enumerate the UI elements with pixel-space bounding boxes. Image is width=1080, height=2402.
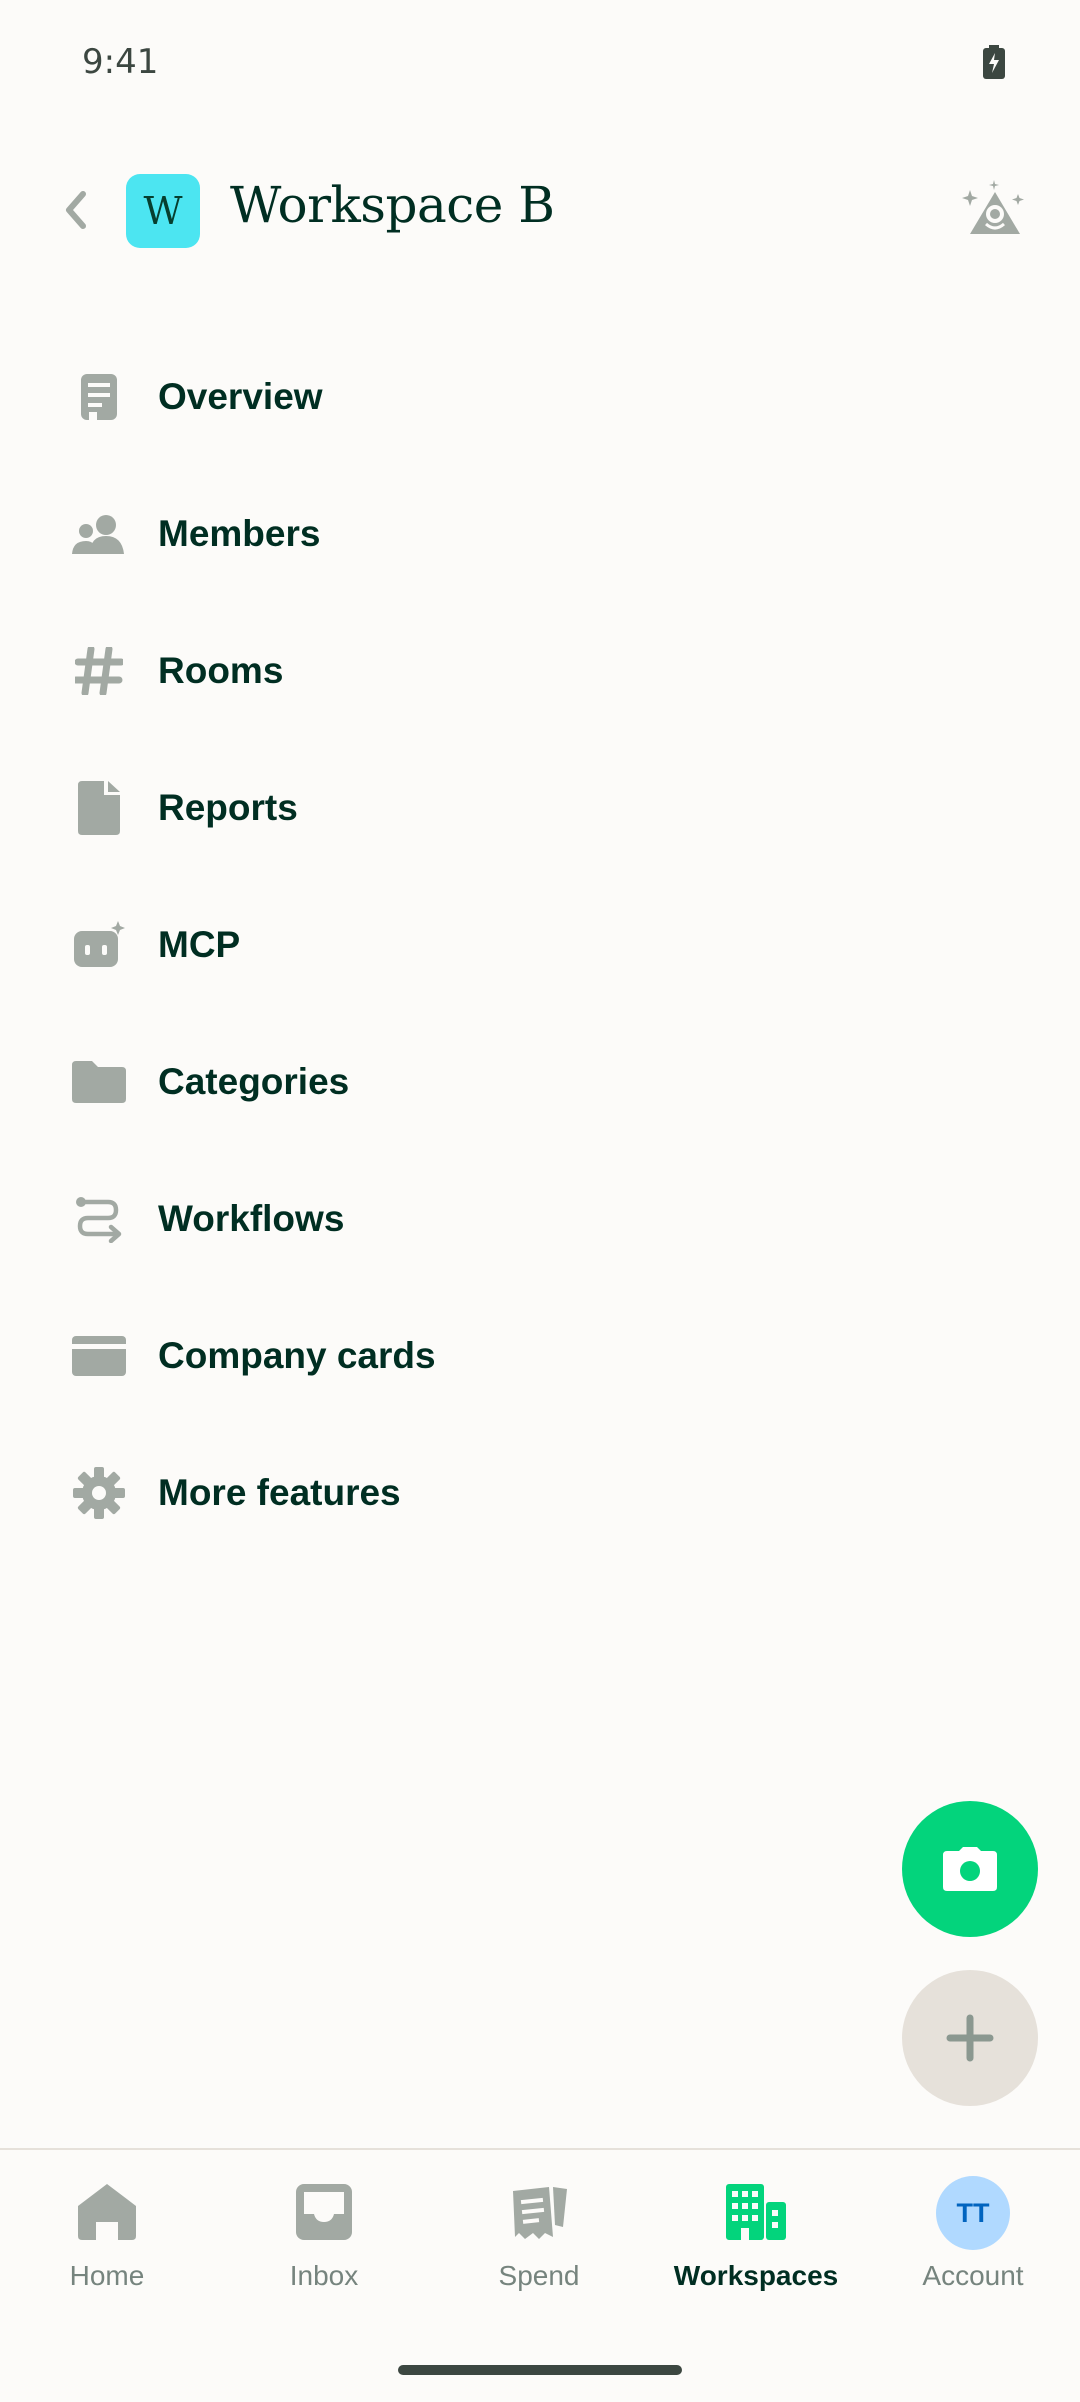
bottom-navigation: Home Inbox Spend Workspaces TT Account — [0, 2148, 1080, 2402]
menu-item-categories[interactable]: Categories — [0, 1013, 1080, 1150]
menu-item-label: Members — [158, 512, 321, 554]
tab-account[interactable]: TT Account — [883, 2176, 1063, 2310]
document-icon — [72, 370, 126, 424]
menu-item-reports[interactable]: Reports — [0, 739, 1080, 876]
chevron-left-icon — [66, 191, 86, 229]
menu-item-more-features[interactable]: More features — [0, 1424, 1080, 1561]
tab-inbox[interactable]: Inbox — [234, 2180, 414, 2310]
inbox-icon — [292, 2180, 356, 2244]
gear-icon — [72, 1466, 126, 1520]
menu-item-company-cards[interactable]: Company cards — [0, 1287, 1080, 1424]
tab-label: Home — [69, 2260, 145, 2291]
tab-home[interactable]: Home — [17, 2180, 197, 2310]
building-icon — [724, 2180, 788, 2244]
avatar: TT — [936, 2176, 1010, 2250]
tab-label: Account — [922, 2260, 1024, 2291]
back-button[interactable] — [48, 182, 104, 238]
tab-label: Spend — [498, 2260, 580, 2291]
status-time: 9:41 — [82, 42, 159, 82]
menu-item-label: Workflows — [158, 1197, 345, 1239]
menu-item-label: Company cards — [158, 1334, 436, 1376]
tab-label: Workspaces — [673, 2260, 839, 2291]
menu-item-rooms[interactable]: Rooms — [0, 602, 1080, 739]
concierge-button[interactable] — [962, 180, 1028, 242]
robot-icon — [72, 918, 126, 972]
file-icon — [72, 780, 126, 835]
workspace-avatar: W — [126, 174, 200, 248]
status-bar: 9:41 — [0, 0, 1080, 126]
workflow-icon — [72, 1192, 126, 1246]
menu-item-label: Reports — [158, 786, 298, 828]
menu-item-label: More features — [158, 1471, 401, 1513]
create-button[interactable] — [902, 1970, 1038, 2106]
camera-icon — [943, 1847, 997, 1891]
workspace-menu: Overview Members Rooms Reports MCP Categ… — [0, 328, 1080, 1561]
receipts-icon — [507, 2180, 571, 2244]
page-title: Workspace B — [230, 176, 555, 234]
page-header: W Workspace B — [0, 160, 1080, 260]
menu-item-workflows[interactable]: Workflows — [0, 1150, 1080, 1287]
menu-item-label: Categories — [158, 1060, 350, 1102]
users-icon — [72, 507, 126, 561]
plus-icon — [946, 2014, 994, 2062]
tab-label: Inbox — [289, 2260, 359, 2291]
menu-item-members[interactable]: Members — [0, 465, 1080, 602]
tab-workspaces[interactable]: Workspaces — [666, 2180, 846, 2310]
scan-receipt-button[interactable] — [902, 1801, 1038, 1937]
menu-item-mcp[interactable]: MCP — [0, 876, 1080, 1013]
home-indicator[interactable] — [398, 2365, 682, 2375]
credit-card-icon — [72, 1329, 126, 1383]
menu-item-label: Overview — [158, 375, 323, 417]
menu-item-label: Rooms — [158, 649, 284, 691]
battery-charging-icon — [983, 45, 1005, 79]
home-icon — [75, 2180, 139, 2244]
menu-item-overview[interactable]: Overview — [0, 328, 1080, 465]
folder-icon — [72, 1055, 126, 1109]
concierge-icon — [962, 180, 1024, 234]
hashtag-icon — [72, 644, 126, 698]
menu-item-label: MCP — [158, 923, 241, 965]
tab-spend[interactable]: Spend — [449, 2180, 629, 2310]
